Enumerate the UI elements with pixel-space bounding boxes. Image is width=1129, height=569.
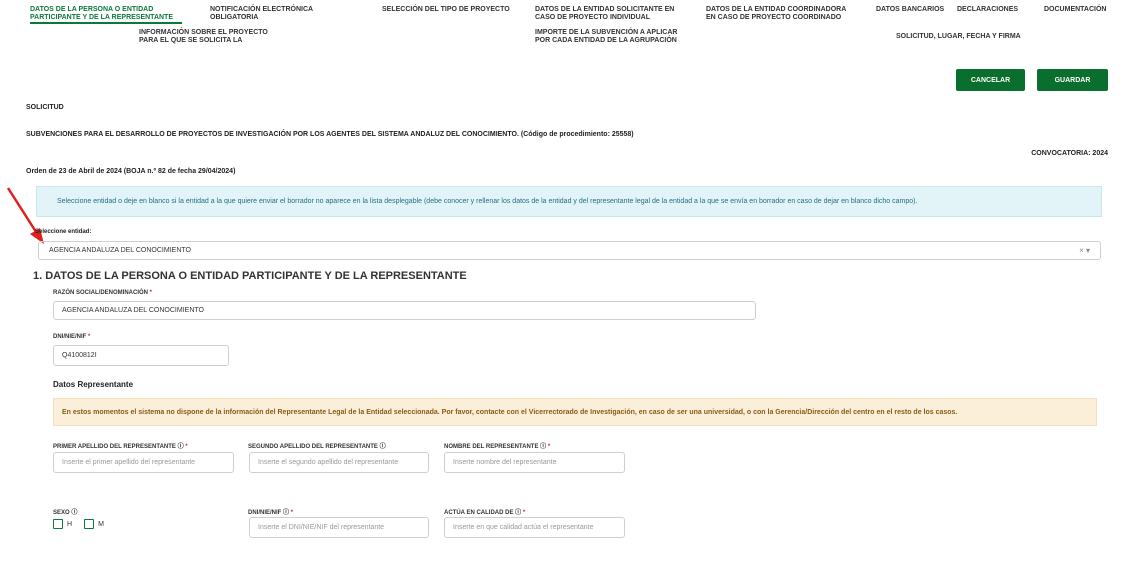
sexo-label: SEXO ⓘ	[53, 510, 78, 516]
razon-social-label: RAZÓN SOCIAL/DENOMINACIÓN *	[53, 290, 153, 296]
sexo-m-checkbox[interactable]	[84, 519, 95, 529]
info-icon[interactable]: ⓘ	[515, 510, 521, 516]
razon-social-input[interactable]: AGENCIA ANDALUZA DEL CONOCIMIENTO	[53, 301, 756, 320]
tab-entidad-coordinadora[interactable]: Datos de la entidad coordinadora en caso…	[706, 6, 846, 22]
tab-seleccion-tipo[interactable]: Selección del tipo de proyecto	[382, 6, 510, 14]
calidad-input[interactable]: Inserte en que calidad actúa el represen…	[444, 517, 625, 538]
info-icon[interactable]: ⓘ	[178, 444, 184, 450]
info-icon[interactable]: ⓘ	[380, 444, 386, 450]
convocatoria-label: CONVOCATORIA: 2024	[1031, 150, 1108, 157]
clear-icon[interactable]: ×	[1079, 246, 1084, 255]
nombre-label: NOMBRE DEL REPRESENTANTE ⓘ *	[444, 444, 551, 450]
info-alert: Seleccione entidad o deje en blanco si l…	[36, 186, 1102, 217]
sexo-h-checkbox[interactable]	[53, 519, 63, 529]
sexo-m-label: M	[98, 520, 104, 528]
dni-label: DNI/NIE/NIF *	[53, 334, 91, 340]
tab-informacion-proyecto[interactable]: Información sobre el proyecto para el qu…	[139, 29, 268, 45]
chevron-down-icon[interactable]: ▾	[1086, 246, 1090, 255]
rep-dni-label: DNI/NIE/NIF ⓘ *	[248, 510, 294, 516]
segundo-apellido-label: SEGUNDO APELLIDO DEL REPRESENTANTE ⓘ	[248, 444, 386, 450]
tab-importe-subvencion[interactable]: Importe de la subvención a aplicar por c…	[535, 29, 677, 45]
rep-dni-input[interactable]: Inserte el DNI/NIE/NIF del representante	[249, 517, 429, 538]
section-title: 1. DATOS DE LA PERSONA O ENTIDAD PARTICI…	[33, 270, 467, 282]
tab-datos-bancarios[interactable]: Datos bancarios	[876, 6, 944, 14]
tab-solicitud-firma[interactable]: Solicitud, lugar, fecha y firma	[896, 33, 1021, 41]
tab-notificacion[interactable]: Notificación electrónica obligatoria	[210, 6, 313, 22]
segundo-apellido-input[interactable]: Inserte el segundo apellido del represen…	[249, 452, 429, 473]
entity-select-value: AGENCIA ANDALUZA DEL CONOCIMIENTO	[49, 247, 191, 254]
info-icon[interactable]: ⓘ	[71, 510, 77, 516]
sexo-h-label: H	[67, 520, 73, 528]
calidad-label: ACTÚA EN CALIDAD DE ⓘ *	[444, 510, 526, 516]
entity-select[interactable]: AGENCIA ANDALUZA DEL CONOCIMIENTO × ▾	[38, 241, 1101, 260]
primer-apellido-input[interactable]: Inserte el primer apellido del represent…	[53, 452, 234, 473]
tab-datos-persona[interactable]: Datos de la persona o entidad participan…	[30, 6, 173, 22]
tab-declaraciones[interactable]: Declaraciones	[957, 6, 1018, 14]
representante-heading: Datos Representante	[53, 380, 134, 389]
nombre-input[interactable]: Inserte nombre del representante	[444, 452, 625, 473]
info-icon[interactable]: ⓘ	[540, 444, 546, 450]
tab-entidad-solicitante[interactable]: Datos de la entidad solicitante en caso …	[535, 6, 674, 22]
sexo-options: H M	[53, 519, 116, 529]
orden-label: Orden de 23 de Abril de 2024 (BOJA n.º 8…	[26, 168, 236, 175]
tab-documentacion[interactable]: Documentación	[1044, 6, 1106, 14]
info-icon[interactable]: ⓘ	[283, 510, 289, 516]
entity-select-label: Seleccione entidad:	[35, 229, 92, 235]
warning-alert: En estos momentos el sistema no dispone …	[53, 398, 1097, 426]
active-tab-indicator	[30, 22, 182, 24]
dni-input[interactable]: Q4100812I	[53, 345, 229, 366]
save-button[interactable]: GUARDAR	[1037, 69, 1108, 91]
solicitud-heading: SOLICITUD	[26, 104, 64, 111]
cancel-button[interactable]: CANCELAR	[956, 69, 1025, 91]
primer-apellido-label: PRIMER APELLIDO DEL REPRESENTANTE ⓘ *	[53, 444, 188, 450]
procedure-title: SUBVENCIONES PARA EL DESARROLLO DE PROYE…	[26, 131, 634, 138]
